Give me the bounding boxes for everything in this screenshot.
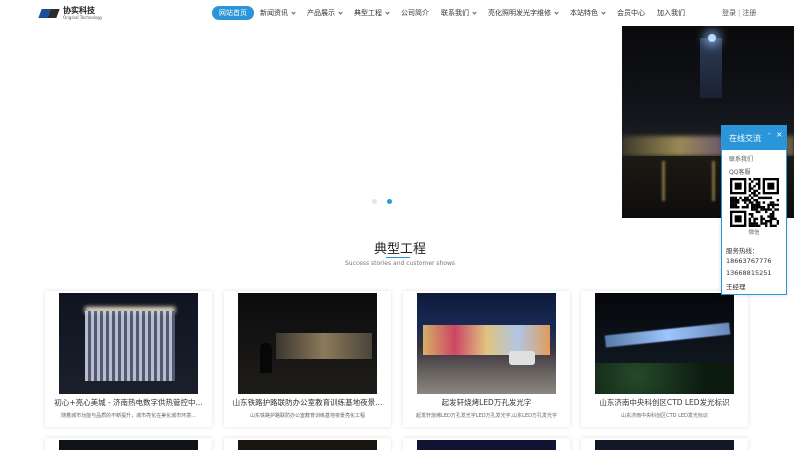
hotline-phone: 18663767776 (726, 257, 772, 265)
section-subtitle: Success stories and customer shows (344, 260, 456, 267)
project-image[interactable] (595, 440, 734, 450)
minimize-icon[interactable]: - (768, 129, 771, 138)
register-link[interactable]: 注册 (742, 9, 756, 17)
project-image[interactable] (59, 440, 198, 450)
nav-item-news[interactable]: 新闻资讯 (254, 6, 301, 20)
service-panel-header: 在线交流 - × (722, 126, 786, 150)
chevron-down-icon (291, 9, 296, 15)
nav-item-label: 联系我们 (441, 9, 469, 17)
carousel-dot-active[interactable] (387, 199, 392, 204)
project-image[interactable] (59, 293, 198, 394)
project-card[interactable]: 山东铁路护路联防办公室教育训练基地夜景... 山东铁路护路联防办公室教育训练基地… (224, 291, 391, 427)
nav-item-label: 会员中心 (617, 9, 645, 17)
nav-item-contact[interactable]: 联系我们 (435, 6, 482, 20)
contact-person: 王经理 (726, 283, 746, 291)
project-desc: 山东铁路护路联防办公室教育训练基地夜景亮化工程 (249, 413, 365, 419)
hotline-phone: 13668815251 (726, 269, 772, 277)
project-title[interactable]: 山东济南中央科创区CTD LED发光标识 (585, 397, 744, 408)
nav-item-join[interactable]: 加入我们 (651, 6, 691, 20)
nav-item-label: 加入我们 (657, 9, 685, 17)
auth-separator: | (738, 9, 741, 17)
close-icon[interactable]: × (776, 130, 783, 139)
project-image[interactable] (417, 440, 556, 450)
project-card[interactable]: 起发轩烧烤LED万孔发光字 起发轩烧烤LED万孔发光字LED万孔发光字,山东LE… (403, 291, 570, 427)
carousel-dot[interactable] (372, 199, 377, 204)
nav-item-products[interactable]: 产品展示 (301, 6, 348, 20)
main-nav: 网站首页 新闻资讯 产品展示 典型工程 公司简介 联系我们 亮化照明发光字维修 … (212, 6, 691, 20)
service-panel-title: 在线交流 (729, 134, 761, 143)
project-desc: 起发轩烧烤LED万孔发光字LED万孔发光字,山东LED万孔发光字 (416, 413, 557, 419)
logo-name-en: Original Technology (63, 14, 103, 20)
project-title[interactable]: 初心+亮心美城 - 济南热电数字供热管控中... (49, 397, 208, 408)
hotline-label: 服务热线： (726, 247, 759, 255)
project-image[interactable] (238, 440, 377, 450)
login-link[interactable]: 登录 (722, 9, 736, 17)
nav-item-label: 典型工程 (354, 9, 382, 17)
nav-item-features[interactable]: 本站特色 (564, 6, 611, 20)
section-divider (386, 257, 410, 258)
nav-item-label: 网站首页 (219, 9, 247, 17)
nav-item-home[interactable]: 网站首页 (212, 6, 254, 20)
project-image[interactable] (417, 293, 556, 394)
page: 协实科技 Original Technology 网站首页 新闻资讯 产品展示 … (0, 0, 800, 450)
wechat-label: 微信 (748, 230, 760, 236)
nav-item-label: 产品展示 (307, 9, 335, 17)
qq-service-link[interactable]: QQ客服 (729, 167, 750, 176)
online-service-panel: 在线交流 - × 联系我们 QQ客服 微信 服务热线： 18663767776 … (721, 125, 787, 295)
project-desc: 随着城市功能与品质的不断提升，城市亮化在美化城市环境... (61, 413, 196, 419)
wechat-qr-code (730, 178, 779, 227)
contact-us-link[interactable]: 联系我们 (729, 154, 753, 163)
chevron-down-icon (601, 9, 606, 15)
site-logo[interactable]: 协实科技 Original Technology (38, 5, 110, 21)
hero-banner (0, 26, 800, 218)
project-card[interactable] (403, 438, 570, 450)
project-card[interactable] (581, 438, 748, 450)
project-card[interactable]: 初心+亮心美城 - 济南热电数字供热管控中... 随着城市功能与品质的不断提升，… (45, 291, 212, 427)
nav-item-member[interactable]: 会员中心 (611, 6, 651, 20)
carousel-dots (372, 199, 392, 204)
logo-mark-icon (38, 7, 60, 20)
chevron-down-icon (385, 9, 390, 15)
project-image[interactable] (238, 293, 377, 394)
project-card[interactable] (224, 438, 391, 450)
project-card[interactable]: 山东济南中央科创区CTD LED发光标识 山东济南中央科创区CTD LED发光标… (581, 291, 748, 427)
chevron-down-icon (338, 9, 343, 15)
site-header: 协实科技 Original Technology 网站首页 新闻资讯 产品展示 … (0, 0, 800, 26)
auth-links: 登录 | 注册 (722, 6, 756, 20)
nav-item-label: 本站特色 (570, 9, 598, 17)
chevron-down-icon (472, 9, 477, 15)
nav-item-label: 公司简介 (401, 9, 429, 17)
nav-item-label: 亮化照明发光字维修 (488, 9, 551, 17)
project-card[interactable] (45, 438, 212, 450)
project-image[interactable] (595, 293, 734, 394)
project-title[interactable]: 山东铁路护路联防办公室教育训练基地夜景... (228, 397, 387, 408)
nav-item-projects[interactable]: 典型工程 (348, 6, 395, 20)
nav-item-about[interactable]: 公司简介 (395, 6, 435, 20)
logo-name-cn: 协实科技 (63, 5, 95, 15)
section-title: 典型工程 (373, 242, 426, 257)
nav-item-label: 新闻资讯 (260, 9, 288, 17)
project-desc: 山东济南中央科创区CTD LED发光标识 (621, 413, 708, 419)
chevron-down-icon (554, 9, 559, 15)
nav-item-repair[interactable]: 亮化照明发光字维修 (482, 6, 564, 20)
project-title[interactable]: 起发轩烧烤LED万孔发光字 (407, 397, 566, 408)
